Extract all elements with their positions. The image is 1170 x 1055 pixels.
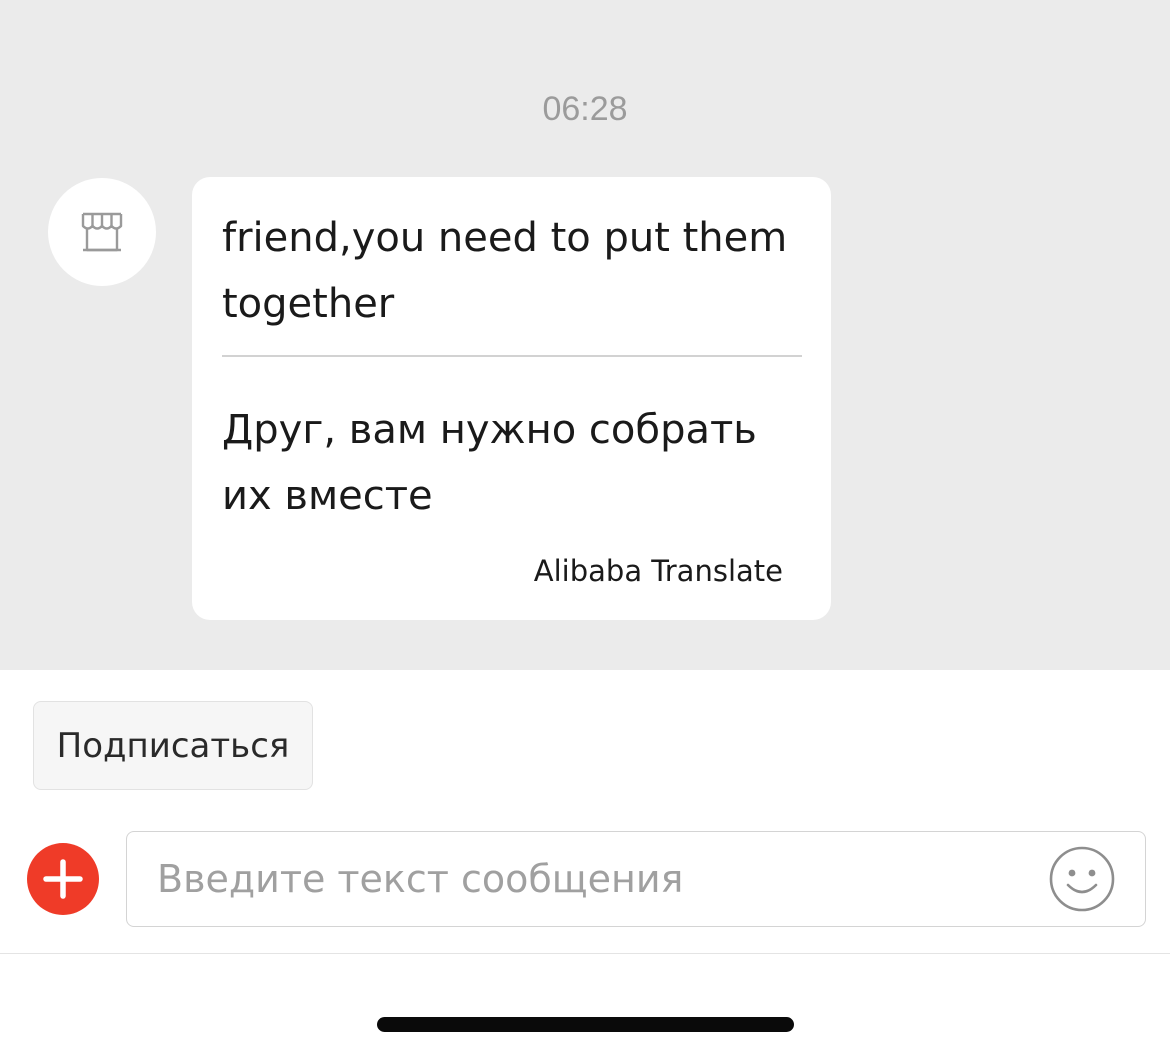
translation-divider [222, 355, 802, 357]
add-attachment-button[interactable] [27, 843, 99, 915]
plus-icon [43, 859, 83, 899]
smiley-icon [1049, 846, 1115, 912]
chat-area: 06:28 friend,you need to put them togeth… [0, 0, 1170, 670]
translation-credit: Alibaba Translate [533, 554, 783, 588]
emoji-button[interactable] [1049, 846, 1115, 912]
message-bubble[interactable]: friend,you need to put them together Дру… [192, 177, 831, 620]
seller-avatar[interactable] [48, 178, 156, 286]
message-timestamp: 06:28 [542, 90, 628, 128]
composer-divider [0, 953, 1170, 954]
message-input[interactable] [157, 832, 1027, 925]
subscribe-button[interactable]: Подписаться [33, 701, 313, 790]
home-indicator[interactable] [377, 1017, 794, 1032]
message-translated-text: Друг, вам нужно собрать их вместе [222, 407, 757, 519]
store-icon [81, 212, 123, 252]
message-composer [126, 831, 1146, 927]
message-original-text: friend,you need to put them together [222, 215, 788, 327]
